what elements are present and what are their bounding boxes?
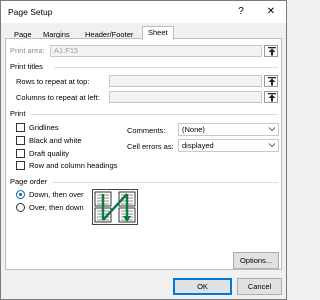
tab-sheet[interactable]: Sheet bbox=[142, 26, 174, 40]
rows-to-repeat-field[interactable] bbox=[109, 75, 262, 87]
print-titles-separator bbox=[54, 67, 278, 68]
print-heading: Print bbox=[10, 109, 26, 118]
gridlines-checkbox[interactable] bbox=[16, 123, 25, 132]
columns-to-repeat-field[interactable] bbox=[109, 91, 262, 103]
draft-quality-label: Draft quality bbox=[29, 149, 70, 158]
black-and-white-checkbox[interactable] bbox=[16, 136, 25, 145]
close-button[interactable]: ✕ bbox=[263, 5, 279, 19]
tab-strip: Page Margins Header/Footer Sheet bbox=[1, 23, 286, 40]
columns-collapse-button[interactable] bbox=[264, 91, 278, 103]
print-area-collapse-button[interactable] bbox=[264, 45, 278, 57]
comments-value: (None) bbox=[182, 125, 205, 134]
page-setup-dialog: Page Setup ? ✕ Page Margins Header/Foote… bbox=[0, 0, 287, 300]
comments-label: Comments: bbox=[127, 126, 166, 135]
gridlines-label: Gridlines bbox=[29, 123, 59, 132]
help-button[interactable]: ? bbox=[233, 5, 249, 19]
page-order-heading: Page order bbox=[10, 177, 48, 186]
down-then-over-label: Down, then over bbox=[29, 190, 84, 199]
over-then-down-radio[interactable] bbox=[16, 203, 25, 212]
comments-dropdown[interactable]: (None) bbox=[178, 123, 279, 136]
page-order-separator bbox=[52, 182, 278, 183]
print-titles-heading: Print titles bbox=[10, 62, 43, 71]
page-order-diagram-icon bbox=[94, 191, 136, 223]
ok-button[interactable]: OK bbox=[173, 278, 232, 295]
cell-errors-label: Cell errors as: bbox=[127, 142, 174, 151]
chevron-down-icon bbox=[268, 143, 276, 148]
cell-errors-value: displayed bbox=[182, 141, 214, 150]
options-button[interactable]: Options... bbox=[233, 252, 279, 269]
collapse-arrow-icon bbox=[268, 77, 276, 86]
title-bar: Page Setup ? ✕ bbox=[1, 1, 286, 23]
sheet-panel: Print area: A1:F15 Print titles Rows to … bbox=[5, 38, 282, 270]
rows-collapse-button[interactable] bbox=[264, 75, 278, 87]
rows-to-repeat-label: Rows to repeat at top: bbox=[16, 77, 90, 86]
collapse-arrow-icon bbox=[268, 93, 276, 102]
over-then-down-label: Over, then down bbox=[29, 203, 84, 212]
print-area-label: Print area: bbox=[10, 46, 45, 55]
row-column-headings-checkbox[interactable] bbox=[16, 161, 25, 170]
collapse-arrow-icon bbox=[268, 47, 276, 56]
columns-to-repeat-label: Columns to repeat at left: bbox=[16, 93, 100, 102]
page-order-preview bbox=[92, 189, 138, 225]
dialog-title: Page Setup bbox=[8, 7, 53, 17]
row-column-headings-label: Row and column headings bbox=[29, 161, 118, 170]
draft-quality-checkbox[interactable] bbox=[16, 149, 25, 158]
cancel-button[interactable]: Cancel bbox=[237, 278, 282, 295]
cell-errors-dropdown[interactable]: displayed bbox=[178, 139, 279, 152]
print-separator bbox=[30, 114, 278, 115]
down-then-over-radio[interactable] bbox=[16, 190, 25, 199]
black-and-white-label: Black and white bbox=[29, 136, 82, 145]
print-area-field[interactable]: A1:F15 bbox=[50, 45, 262, 57]
chevron-down-icon bbox=[268, 127, 276, 132]
